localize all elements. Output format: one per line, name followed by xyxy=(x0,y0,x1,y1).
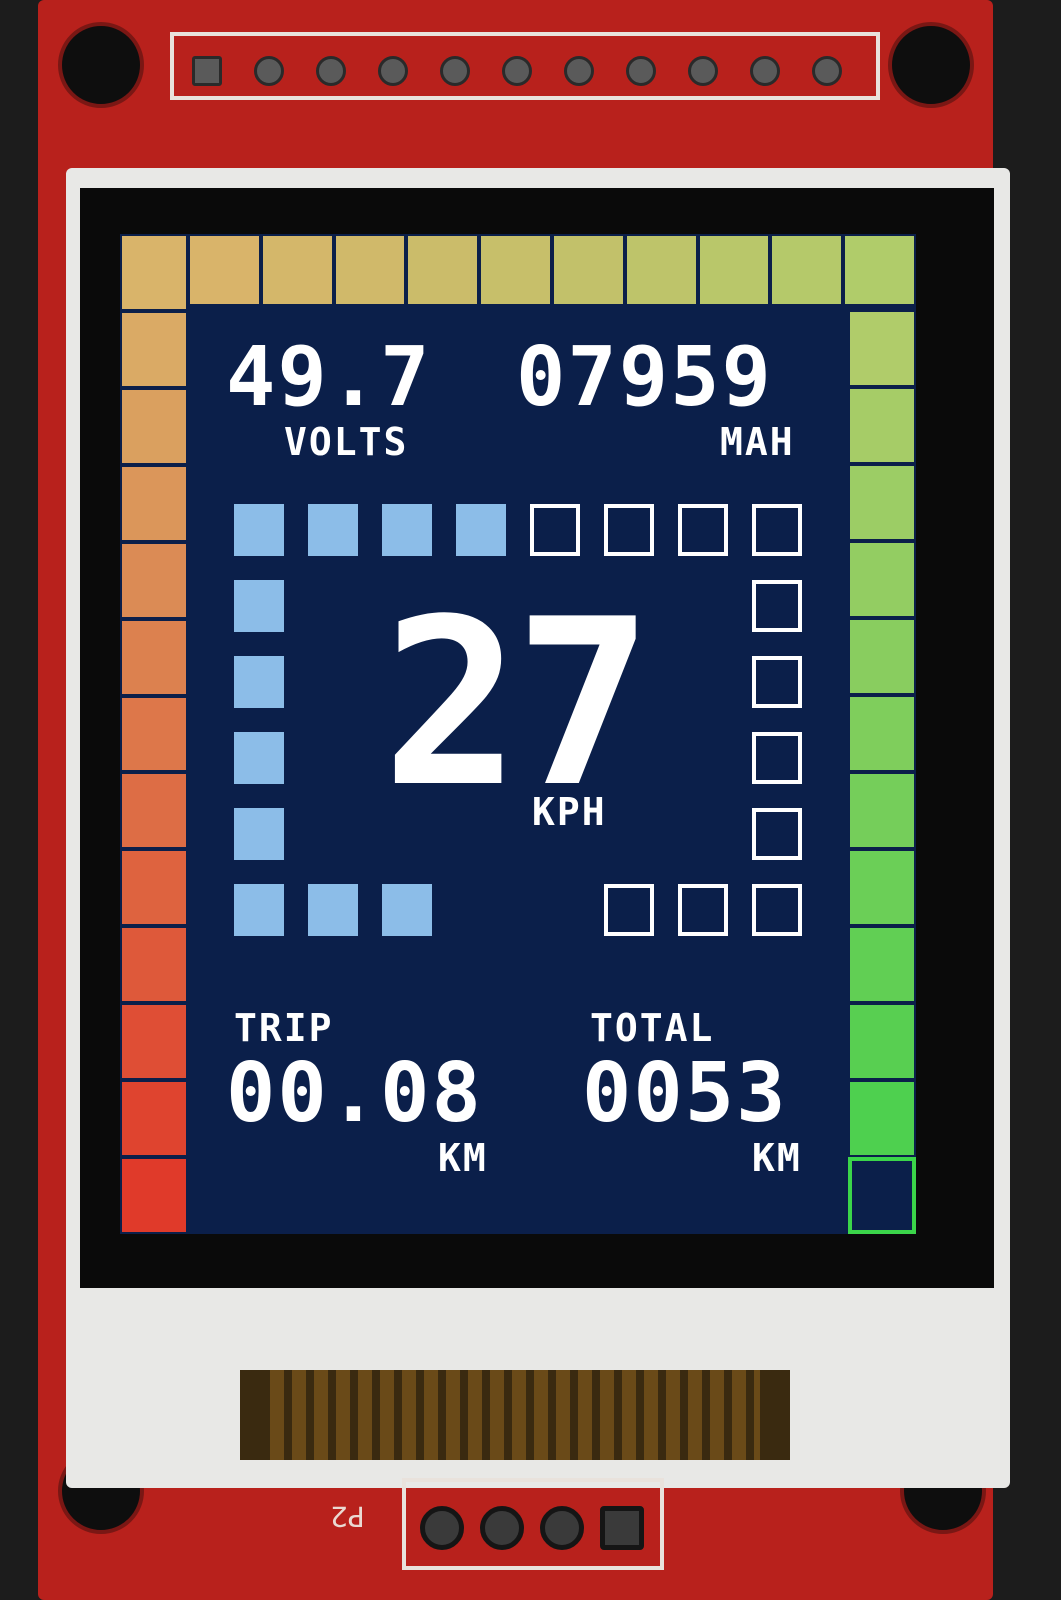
speed-ring-block-empty xyxy=(752,732,802,784)
top-bar-segment xyxy=(843,234,916,306)
header-pin xyxy=(378,56,408,86)
speed-ring-block-filled xyxy=(234,884,284,936)
total-value: 0053 xyxy=(582,1046,788,1141)
speed-ring-block-filled xyxy=(234,504,284,556)
speed-unit: KPH xyxy=(532,790,607,834)
battery-segment-filled xyxy=(848,1003,916,1080)
battery-segment-filled xyxy=(848,464,916,541)
top-bar-segment xyxy=(552,234,625,306)
left-bar-segment xyxy=(120,387,188,465)
speed-ring-block-empty xyxy=(530,504,580,556)
trip-value: 00.08 xyxy=(226,1046,483,1141)
header-pin xyxy=(564,56,594,86)
speed-ring-block-empty xyxy=(752,580,802,632)
speed-ring-block-filled xyxy=(382,884,432,936)
header-pin xyxy=(254,56,284,86)
speed-ring-block-empty xyxy=(604,884,654,936)
left-bar-segment xyxy=(120,772,188,850)
header-pin xyxy=(316,56,346,86)
top-bar-segment xyxy=(624,234,698,306)
left-bar-segment xyxy=(120,1003,188,1081)
top-bar-segment xyxy=(406,234,480,306)
left-bar-segment xyxy=(120,541,188,619)
capacity-unit: MAH xyxy=(720,420,795,464)
header-pin xyxy=(440,56,470,86)
pin-header-top xyxy=(170,32,880,100)
battery-segment-filled xyxy=(848,1080,916,1157)
voltage-value: 49.7 xyxy=(226,330,432,425)
battery-segment-filled xyxy=(848,926,916,1003)
battery-segment-filled xyxy=(848,541,916,618)
speed-ring-block-filled xyxy=(234,808,284,860)
mount-hole-top-left xyxy=(58,22,144,108)
pin-header-bottom xyxy=(402,1478,664,1570)
speed-ring-block-filled xyxy=(308,884,358,936)
top-bar-segment xyxy=(770,234,844,306)
speed-ring-block-empty xyxy=(752,504,802,556)
left-bar-segment xyxy=(120,1157,188,1234)
top-bar-segment xyxy=(479,234,552,306)
battery-segment-empty xyxy=(848,1157,916,1234)
trip-label: TRIP xyxy=(234,1006,334,1050)
speed-ring-block-empty xyxy=(678,884,728,936)
battery-segment-filled xyxy=(848,618,916,695)
header-pin xyxy=(600,1506,644,1550)
battery-segment-filled xyxy=(848,849,916,926)
header-pin xyxy=(812,56,842,86)
header-pin xyxy=(540,1506,584,1550)
left-bar-segment xyxy=(120,234,188,311)
left-bar-segment xyxy=(120,618,188,696)
connector-label: P2 xyxy=(330,1500,365,1533)
top-bar-segment xyxy=(260,234,334,306)
total-unit: KM xyxy=(752,1136,802,1180)
speed-ring-block-empty xyxy=(678,504,728,556)
left-bar-segment xyxy=(120,464,188,542)
left-bar-segment xyxy=(120,695,188,773)
speed-ring-block-filled xyxy=(234,732,284,784)
battery-segment-filled xyxy=(848,695,916,772)
battery-segment-filled xyxy=(848,772,916,849)
speed-ring-block-empty xyxy=(604,504,654,556)
left-bar-segment xyxy=(120,1080,188,1158)
header-pin xyxy=(192,56,222,86)
speed-ring-block-filled xyxy=(456,504,506,556)
header-pin xyxy=(502,56,532,86)
speed-ring-block-empty xyxy=(752,656,802,708)
dashboard-screen: 49.7 VOLTS 07959 MAH 27 KPH TRIP 00.08 K… xyxy=(120,234,916,1234)
speed-ring-block-filled xyxy=(308,504,358,556)
battery-segment-filled xyxy=(848,387,916,464)
top-bar-segment xyxy=(188,234,261,306)
speed-value: 27 xyxy=(382,571,653,838)
top-bar-segment xyxy=(697,234,771,306)
header-pin xyxy=(626,56,656,86)
header-pin xyxy=(420,1506,464,1550)
left-bar-segment xyxy=(120,849,188,927)
speed-ring-block-empty xyxy=(752,884,802,936)
speed-ring-block-filled xyxy=(234,656,284,708)
speed-ring-block-filled xyxy=(234,580,284,632)
mount-hole-top-right xyxy=(888,22,974,108)
header-pin xyxy=(480,1506,524,1550)
speed-ring-block-filled xyxy=(382,504,432,556)
left-bar-segment xyxy=(120,310,188,388)
total-label: TOTAL xyxy=(590,1006,715,1050)
capacity-value: 07959 xyxy=(516,330,773,425)
voltage-unit: VOLTS xyxy=(284,420,409,464)
battery-segment-filled xyxy=(848,310,916,387)
top-bar-segment xyxy=(333,234,407,306)
left-bar-segment xyxy=(120,926,188,1004)
header-pin xyxy=(688,56,718,86)
trip-unit: KM xyxy=(438,1136,488,1180)
flex-cable-traces xyxy=(270,1370,760,1460)
header-pin xyxy=(750,56,780,86)
speed-ring-block-empty xyxy=(752,808,802,860)
